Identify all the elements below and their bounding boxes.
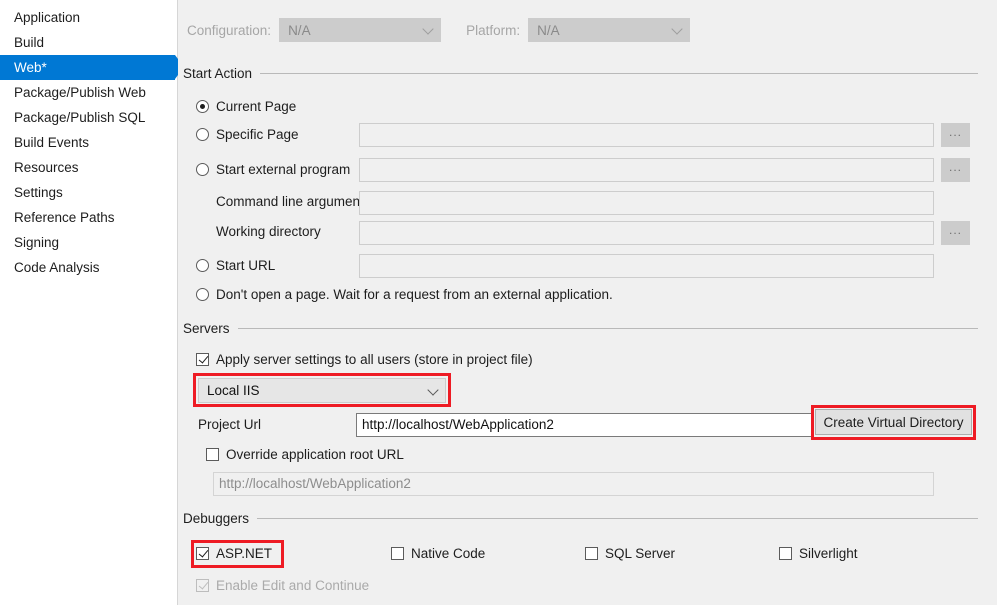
checkbox-icon <box>196 579 209 592</box>
radio-label: Current Page <box>216 99 296 114</box>
create-virtual-directory-button[interactable]: Create Virtual Directory <box>815 409 972 435</box>
radio-label: Start URL <box>216 258 275 273</box>
checkbox-label: SQL Server <box>605 546 675 561</box>
project-url-input[interactable]: http://localhost/WebApplication2 <box>356 413 814 437</box>
sidebar-item-label: Package/Publish SQL <box>14 110 145 125</box>
sidebar-item-resources[interactable]: Resources <box>0 155 177 180</box>
checkbox-label: Override application root URL <box>226 447 404 462</box>
checkbox-asp-net[interactable]: ASP.NET <box>196 546 272 561</box>
debuggers-title: Debuggers <box>183 511 257 526</box>
radio-start-external-program[interactable]: Start external program <box>196 162 350 177</box>
sidebar-item-label: Web* <box>14 60 47 75</box>
server-type-dropdown[interactable]: Local IIS <box>198 378 446 403</box>
chevron-down-icon <box>427 384 438 395</box>
sidebar-item-label: Build <box>14 35 44 50</box>
specific-page-input[interactable] <box>359 123 934 147</box>
start-action-title: Start Action <box>183 66 260 81</box>
divider <box>257 518 978 519</box>
checkbox-icon <box>206 448 219 461</box>
radio-label: Start external program <box>216 162 350 177</box>
checkbox-label: Apply server settings to all users (stor… <box>216 352 533 367</box>
sidebar-item-signing[interactable]: Signing <box>0 230 177 255</box>
configuration-row: Configuration: N/A Platform: N/A <box>187 18 690 42</box>
command-line-arguments-input[interactable] <box>359 191 934 215</box>
checkbox-apply-server-settings[interactable]: Apply server settings to all users (stor… <box>196 352 533 367</box>
radio-label: Specific Page <box>216 127 299 142</box>
sidebar-item-settings[interactable]: Settings <box>0 180 177 205</box>
radio-icon <box>196 128 209 141</box>
web-settings-panel: Configuration: N/A Platform: N/A Start A… <box>178 0 997 605</box>
start-url-input[interactable] <box>359 254 934 278</box>
checkbox-label: ASP.NET <box>216 546 272 561</box>
checkbox-override-root-url[interactable]: Override application root URL <box>206 447 404 462</box>
start-external-program-input[interactable] <box>359 158 934 182</box>
configuration-label: Configuration: <box>187 23 271 38</box>
sidebar-nav: Application Build Web* Package/Publish W… <box>0 0 178 605</box>
project-url-label-row: Project Url <box>198 417 261 432</box>
servers-section-header: Servers <box>183 321 978 336</box>
sidebar-item-label: Reference Paths <box>14 210 115 225</box>
specific-page-browse-button[interactable]: ... <box>941 123 970 147</box>
servers-title: Servers <box>183 321 238 336</box>
command-line-arguments-label-row: Command line arguments <box>216 194 371 209</box>
checkbox-icon <box>391 547 404 560</box>
sidebar-item-reference-paths[interactable]: Reference Paths <box>0 205 177 230</box>
checkbox-silverlight[interactable]: Silverlight <box>779 546 858 561</box>
working-directory-input[interactable] <box>359 221 934 245</box>
start-external-program-browse-button[interactable]: ... <box>941 158 970 182</box>
divider <box>260 73 978 74</box>
configuration-value: N/A <box>288 23 311 38</box>
working-directory-label: Working directory <box>216 224 321 239</box>
checkbox-icon <box>196 353 209 366</box>
start-action-section-header: Start Action <box>183 66 978 81</box>
sidebar-item-application[interactable]: Application <box>0 5 177 30</box>
radio-dont-open-page[interactable]: Don't open a page. Wait for a request fr… <box>196 287 613 302</box>
sidebar-item-label: Package/Publish Web <box>14 85 146 100</box>
sidebar-item-package-publish-web[interactable]: Package/Publish Web <box>0 80 177 105</box>
checkbox-enable-edit-and-continue: Enable Edit and Continue <box>196 578 369 593</box>
divider <box>238 328 978 329</box>
command-line-arguments-label: Command line arguments <box>216 194 371 209</box>
working-directory-browse-button[interactable]: ... <box>941 221 970 245</box>
checkbox-label: Enable Edit and Continue <box>216 578 369 593</box>
working-directory-label-row: Working directory <box>216 224 321 239</box>
checkbox-native-code[interactable]: Native Code <box>391 546 485 561</box>
radio-icon <box>196 288 209 301</box>
sidebar-item-label: Settings <box>14 185 63 200</box>
platform-dropdown[interactable]: N/A <box>528 18 690 42</box>
override-root-url-input[interactable]: http://localhost/WebApplication2 <box>213 472 934 496</box>
radio-specific-page[interactable]: Specific Page <box>196 127 299 142</box>
server-type-value: Local IIS <box>207 383 260 398</box>
sidebar-item-label: Code Analysis <box>14 260 100 275</box>
platform-label: Platform: <box>466 23 520 38</box>
radio-start-url[interactable]: Start URL <box>196 258 275 273</box>
configuration-dropdown[interactable]: N/A <box>279 18 441 42</box>
checkbox-sql-server[interactable]: SQL Server <box>585 546 675 561</box>
debuggers-section-header: Debuggers <box>183 511 978 526</box>
radio-icon <box>196 259 209 272</box>
chevron-down-icon <box>671 23 682 34</box>
sidebar-item-build[interactable]: Build <box>0 30 177 55</box>
checkbox-label: Native Code <box>411 546 485 561</box>
sidebar-item-build-events[interactable]: Build Events <box>0 130 177 155</box>
project-properties-window: Application Build Web* Package/Publish W… <box>0 0 997 605</box>
radio-current-page[interactable]: Current Page <box>196 99 296 114</box>
checkbox-icon <box>196 547 209 560</box>
sidebar-item-label: Signing <box>14 235 59 250</box>
checkbox-icon <box>585 547 598 560</box>
radio-icon <box>196 100 209 113</box>
chevron-down-icon <box>422 23 433 34</box>
sidebar-item-label: Application <box>14 10 80 25</box>
checkbox-icon <box>779 547 792 560</box>
sidebar-item-label: Build Events <box>14 135 89 150</box>
radio-label: Don't open a page. Wait for a request fr… <box>216 287 613 302</box>
checkbox-label: Silverlight <box>799 546 858 561</box>
sidebar-item-label: Resources <box>14 160 79 175</box>
sidebar-item-code-analysis[interactable]: Code Analysis <box>0 255 177 280</box>
radio-icon <box>196 163 209 176</box>
sidebar-item-web[interactable]: Web* <box>0 55 175 80</box>
project-url-label: Project Url <box>198 417 261 432</box>
sidebar-item-package-publish-sql[interactable]: Package/Publish SQL <box>0 105 177 130</box>
platform-value: N/A <box>537 23 560 38</box>
